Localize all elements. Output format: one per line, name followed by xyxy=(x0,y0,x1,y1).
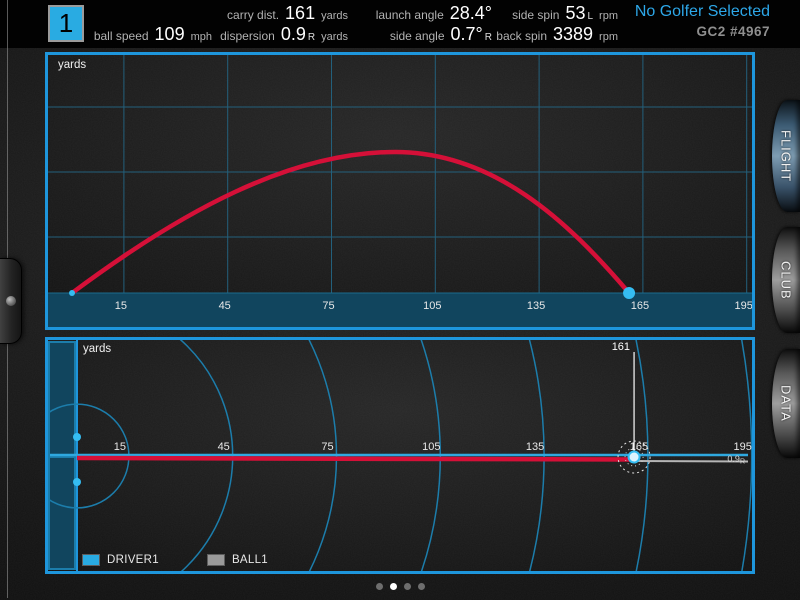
tab-flight-label: FLIGHT xyxy=(779,130,794,182)
stat-value: 3389 xyxy=(553,24,593,45)
stat-value: 28.4° xyxy=(450,3,492,24)
tab-flight[interactable]: FLIGHT xyxy=(772,100,800,212)
carry-annotation: 161 xyxy=(612,341,630,353)
range-arc-label: 135 xyxy=(526,441,544,453)
page-dot[interactable] xyxy=(404,583,411,590)
legend-item-driver: DRIVER1 xyxy=(82,554,159,566)
golfer-name[interactable]: No Golfer Selected xyxy=(635,3,770,21)
stat-label: carry dist. xyxy=(227,8,279,22)
dispersion-handle-bottom xyxy=(73,478,81,486)
x-tick-label: 15 xyxy=(115,300,127,312)
tab-data[interactable]: DATA xyxy=(772,349,800,458)
y-axis-unit-label: yards xyxy=(83,343,111,355)
shot-number-box[interactable]: 1 xyxy=(48,5,84,42)
overhead-dispersion-chart: 1545751051351651951610.9R yards DRIVER1 … xyxy=(45,337,755,574)
stat-value: 53 xyxy=(565,3,585,24)
legend-label: BALL1 xyxy=(232,554,268,566)
x-tick-label: 135 xyxy=(527,300,545,312)
launch-marker xyxy=(69,290,75,296)
stat-value: 0.9 xyxy=(281,24,306,45)
stat-label: side angle xyxy=(390,29,445,43)
stat-label: ball speed xyxy=(94,29,149,43)
stat-unit: rpm xyxy=(599,31,618,43)
tab-club-label: CLUB xyxy=(779,261,794,300)
range-arc-label: 15 xyxy=(114,441,126,453)
page-dot[interactable] xyxy=(418,583,425,590)
stat-label: launch angle xyxy=(376,8,444,22)
page-dot[interactable] xyxy=(390,583,397,590)
stat-value: 0.7° xyxy=(451,24,483,45)
range-arc-label: 195 xyxy=(734,441,752,453)
tee-box-bottom xyxy=(49,457,75,569)
shot-path-line xyxy=(77,458,634,460)
device-id: GC2 #4967 xyxy=(696,24,770,39)
stat-side-suffix: R xyxy=(485,32,492,43)
stat-side-suffix: R xyxy=(308,32,315,43)
drawer-handle[interactable] xyxy=(0,258,22,344)
range-arc-label: 75 xyxy=(321,441,333,453)
dispersion-handle-top xyxy=(73,433,81,441)
stat-side-suffix: L xyxy=(587,11,593,22)
stat-label: back spin xyxy=(496,29,547,43)
legend: DRIVER1 BALL1 xyxy=(82,554,268,566)
stat-unit: yards xyxy=(321,10,348,22)
landing-marker xyxy=(629,452,640,463)
stat-label: side spin xyxy=(512,8,559,22)
x-tick-label: 105 xyxy=(423,300,441,312)
stat-value: 109 xyxy=(155,24,185,45)
ball-color-swatch xyxy=(207,554,225,566)
range-arc-label: 45 xyxy=(218,441,230,453)
drawer-knob-icon xyxy=(6,296,16,306)
x-tick-label: 195 xyxy=(735,300,752,312)
x-tick-label: 45 xyxy=(219,300,231,312)
landing-marker xyxy=(623,287,635,299)
stats-topbar: 1 ball speed 109 mph carry dist. 161 yar… xyxy=(0,0,800,48)
page-dot[interactable] xyxy=(376,583,383,590)
stat-label: dispersion xyxy=(220,29,275,43)
driver-color-swatch xyxy=(82,554,100,566)
range-arc-label: 105 xyxy=(422,441,440,453)
stat-unit: rpm xyxy=(599,10,618,22)
y-axis-unit-label: yards xyxy=(58,59,86,71)
x-tick-label: 165 xyxy=(631,300,649,312)
tee-box-top xyxy=(49,342,75,455)
trajectory-line xyxy=(72,152,629,293)
tab-club[interactable]: CLUB xyxy=(772,227,800,333)
x-tick-label: 75 xyxy=(322,300,334,312)
legend-label: DRIVER1 xyxy=(107,554,159,566)
page-indicator xyxy=(0,583,800,590)
stat-unit: mph xyxy=(191,31,212,43)
stat-value: 161 xyxy=(285,3,315,24)
flight-side-view-chart: 15 45 75 105 135 165 195 yards xyxy=(45,52,755,330)
tab-data-label: DATA xyxy=(779,385,794,422)
stat-unit: yards xyxy=(321,31,348,43)
legend-item-ball: BALL1 xyxy=(207,554,268,566)
gc2-app-window: 1 ball speed 109 mph carry dist. 161 yar… xyxy=(0,0,800,600)
